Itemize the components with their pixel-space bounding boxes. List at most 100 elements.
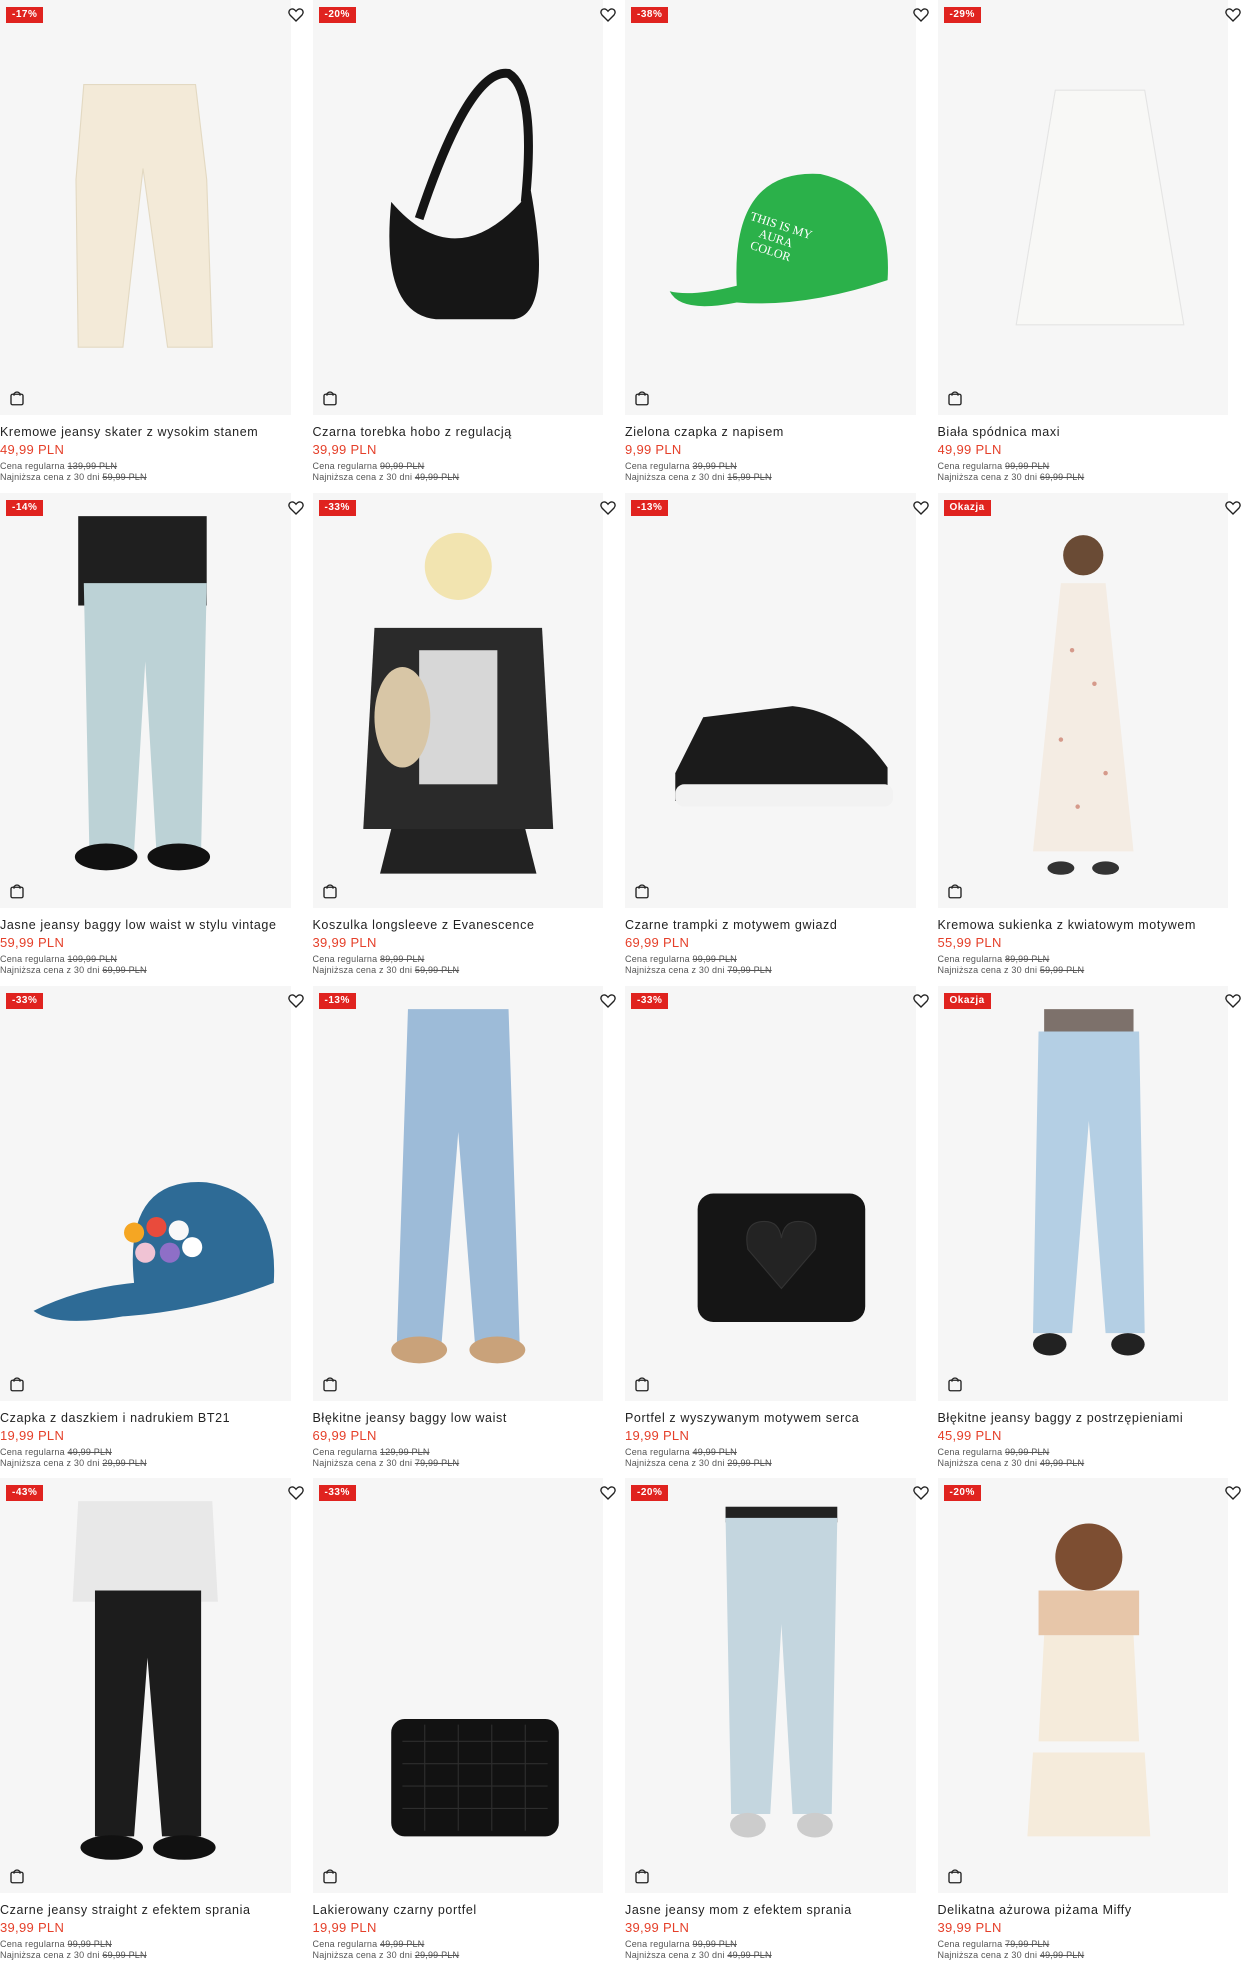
product-image[interactable] xyxy=(0,492,291,908)
regular-price: 49,99 PLN xyxy=(380,1939,425,1950)
product-image[interactable] xyxy=(312,1478,603,1894)
product-card[interactable]: Okazja Błękitne jeansy baggy z postrzępi… xyxy=(937,985,1250,1479)
regular-price-line: Cena regularna 49,99 PLN xyxy=(313,1939,425,1949)
heart-icon[interactable] xyxy=(599,1484,617,1502)
product-image[interactable] xyxy=(937,0,1228,415)
shopping-bag-icon[interactable] xyxy=(946,389,964,407)
product-card[interactable]: -29% Biała spódnica maxi 49,99 PLN Cena … xyxy=(937,0,1250,493)
product-name[interactable]: Czapka z daszkiem i nadrukiem BT21 xyxy=(0,1411,291,1425)
lowest-price-label: Najniższa cena z 30 dni xyxy=(625,964,725,975)
heart-icon[interactable] xyxy=(1224,6,1242,24)
product-name[interactable]: Jasne jeansy mom z efektem sprania xyxy=(625,1903,916,1917)
product-price: 39,99 PLN xyxy=(312,934,377,950)
shopping-bag-icon[interactable] xyxy=(321,1867,339,1885)
shopping-bag-icon[interactable] xyxy=(321,882,339,900)
product-name[interactable]: Czarne trampki z motywem gwiazd xyxy=(625,918,916,932)
lowest-price: 29,99 PLN xyxy=(727,1457,772,1468)
product-image[interactable]: THIS IS MY AURA COLOR xyxy=(625,0,916,415)
shopping-bag-icon[interactable] xyxy=(8,1375,26,1393)
product-grid: -17% Kremowe jeansy skater z wysokim sta… xyxy=(0,0,1250,1971)
lowest-price-line: Najniższa cena z 30 dni 69,99 PLN xyxy=(0,1950,147,1960)
heart-icon[interactable] xyxy=(599,6,617,24)
product-image[interactable] xyxy=(0,985,291,1401)
shopping-bag-icon[interactable] xyxy=(946,1867,964,1885)
product-name[interactable]: Delikatna ażurowa piżama Miffy xyxy=(938,1903,1229,1917)
regular-price-line: Cena regularna 89,99 PLN xyxy=(313,954,425,964)
product-name[interactable]: Koszulka longsleeve z Evanescence xyxy=(313,918,604,932)
shopping-bag-icon[interactable] xyxy=(633,882,651,900)
product-image[interactable] xyxy=(625,492,916,908)
shopping-bag-icon[interactable] xyxy=(8,882,26,900)
regular-price: 49,99 PLN xyxy=(67,1446,112,1457)
shopping-bag-icon[interactable] xyxy=(946,1375,964,1393)
heart-icon[interactable] xyxy=(287,499,305,517)
product-image[interactable] xyxy=(312,492,603,908)
product-card[interactable]: -20% Delikatna ażurowa piżama Miffy 39,9… xyxy=(937,1478,1250,1971)
product-card[interactable]: -20% Jasne jeansy mom z efektem sprania … xyxy=(625,1478,938,1971)
product-name[interactable]: Jasne jeansy baggy low waist w stylu vin… xyxy=(0,918,291,932)
product-card-inner: -17% Kremowe jeansy skater z wysokim sta… xyxy=(0,0,304,493)
heart-icon[interactable] xyxy=(599,992,617,1010)
product-name[interactable]: Kremowe jeansy skater z wysokim stanem xyxy=(0,425,291,439)
product-image[interactable] xyxy=(312,985,603,1401)
product-card[interactable]: -33% Portfel z wyszywanym motywem serca … xyxy=(625,985,938,1479)
heart-icon[interactable] xyxy=(1224,1484,1242,1502)
product-name[interactable]: Błękitne jeansy baggy z postrzępieniami xyxy=(938,1411,1229,1425)
shopping-bag-icon[interactable] xyxy=(633,389,651,407)
product-name[interactable]: Portfel z wyszywanym motywem serca xyxy=(625,1411,916,1425)
product-card[interactable]: THIS IS MY AURA COLOR -38% Zielona czapka … xyxy=(625,0,938,493)
product-name[interactable]: Biała spódnica maxi xyxy=(938,425,1229,439)
product-card[interactable]: -13% Błękitne jeansy baggy low waist 69,… xyxy=(312,985,626,1479)
product-card[interactable]: -33% Lakierowany czarny portfel 19,99 PL… xyxy=(312,1478,626,1971)
product-price: 39,99 PLN xyxy=(625,1920,690,1936)
heart-icon[interactable] xyxy=(1224,992,1242,1010)
heart-icon[interactable] xyxy=(599,499,617,517)
lowest-price-label: Najniższa cena z 30 dni xyxy=(937,1950,1038,1961)
product-name[interactable]: Czarne jeansy straight z efektem sprania xyxy=(0,1903,291,1917)
product-card[interactable]: Okazja Kremowa sukienka z kwiatowym moty… xyxy=(937,492,1250,986)
shopping-bag-icon[interactable] xyxy=(633,1375,651,1393)
shopping-bag-icon[interactable] xyxy=(8,1867,26,1885)
product-card[interactable]: -33% Koszulka longsleeve z Evanescence 3… xyxy=(312,492,626,986)
shopping-bag-icon[interactable] xyxy=(8,389,26,407)
blue-baggy-jeans-image xyxy=(390,1008,525,1363)
shopping-bag-icon[interactable] xyxy=(321,1375,339,1393)
product-image[interactable] xyxy=(937,985,1228,1401)
discount-badge: -14% xyxy=(6,499,44,516)
heart-icon[interactable] xyxy=(912,1484,930,1502)
discount-badge: -33% xyxy=(318,499,356,516)
product-price: 19,99 PLN xyxy=(625,1427,690,1443)
product-image[interactable] xyxy=(937,1478,1228,1894)
product-image[interactable] xyxy=(0,1478,291,1894)
heart-icon[interactable] xyxy=(287,6,305,24)
shopping-bag-icon[interactable] xyxy=(633,1867,651,1885)
product-image[interactable] xyxy=(625,985,916,1401)
product-name[interactable]: Zielona czapka z napisem xyxy=(625,425,916,439)
product-image[interactable] xyxy=(312,0,603,415)
heart-icon[interactable] xyxy=(287,992,305,1010)
product-name[interactable]: Czarna torebka hobo z regulacją xyxy=(313,425,604,439)
heart-icon[interactable] xyxy=(912,992,930,1010)
product-card[interactable]: -43% Czarne jeansy straight z efektem sp… xyxy=(0,1478,313,1971)
product-image[interactable] xyxy=(937,492,1228,908)
lowest-price: 59,99 PLN xyxy=(414,964,460,975)
product-image[interactable] xyxy=(0,0,291,415)
regular-price: 89,99 PLN xyxy=(1005,953,1050,964)
product-card[interactable]: -20% Czarna torebka hobo z regulacją 39,… xyxy=(312,0,626,493)
heart-icon[interactable] xyxy=(912,6,930,24)
product-card[interactable]: -14% Jasne jeansy baggy low waist w styl… xyxy=(0,492,313,986)
heart-icon[interactable] xyxy=(1224,499,1242,517)
product-image[interactable] xyxy=(625,1478,916,1894)
shopping-bag-icon[interactable] xyxy=(321,389,339,407)
heart-icon[interactable] xyxy=(912,499,930,517)
product-name[interactable]: Kremowa sukienka z kwiatowym motywem xyxy=(938,918,1229,932)
product-price: 49,99 PLN xyxy=(0,442,65,457)
product-price: 9,99 PLN xyxy=(625,442,682,457)
product-card[interactable]: -33% Czapka z daszkiem i nadrukiem BT21 … xyxy=(0,985,313,1479)
product-card[interactable]: -17% Kremowe jeansy skater z wysokim sta… xyxy=(0,0,313,493)
product-card[interactable]: -13% Czarne trampki z motywem gwiazd 69,… xyxy=(625,492,938,986)
shopping-bag-icon[interactable] xyxy=(946,882,964,900)
product-name[interactable]: Błękitne jeansy baggy low waist xyxy=(313,1411,604,1425)
product-name[interactable]: Lakierowany czarny portfel xyxy=(313,1903,604,1917)
heart-icon[interactable] xyxy=(287,1484,305,1502)
